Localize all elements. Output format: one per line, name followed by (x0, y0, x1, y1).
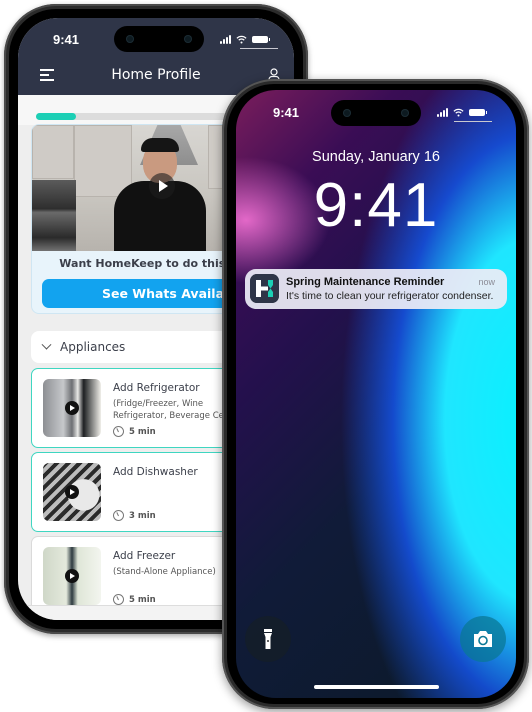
clock-icon (113, 594, 124, 605)
chevron-down-icon (41, 339, 52, 350)
sensor-dot (343, 109, 351, 117)
notification-title: Spring Maintenance Reminder (286, 276, 445, 288)
notification-body: It's time to clean your refrigerator con… (286, 290, 494, 302)
wall-oven (32, 180, 76, 251)
play-icon (65, 485, 79, 499)
duration-text: 5 min (129, 426, 156, 437)
status-icons (437, 108, 487, 117)
flashlight-icon (264, 629, 272, 649)
sensor-dot (126, 35, 134, 43)
status-time: 9:41 (53, 32, 80, 47)
status-icons (220, 35, 270, 44)
camera-dot (401, 109, 409, 117)
camera-dot (184, 35, 192, 43)
item-subtitle: (Stand-Alone Appliance) (113, 566, 216, 578)
status-underline (454, 121, 492, 122)
section-label: Appliances (60, 340, 126, 354)
status-time: 9:41 (273, 105, 300, 120)
notification-time: now (478, 277, 495, 287)
cellular-signal-icon (437, 108, 448, 117)
wifi-icon (236, 35, 247, 44)
cellular-signal-icon (220, 35, 231, 44)
lock-screen: 9:41 Sunday, January 16 9:41 Spring Main… (236, 90, 516, 698)
refrigerator-thumbnail (43, 379, 101, 437)
play-icon (65, 401, 79, 415)
dynamic-island (114, 26, 204, 52)
battery-icon (252, 36, 270, 43)
play-icon[interactable] (149, 173, 175, 199)
clock-icon (113, 510, 124, 521)
cabinet (74, 125, 132, 197)
camera-icon (474, 631, 492, 647)
duration-text: 3 min (129, 510, 156, 521)
home-indicator[interactable] (314, 685, 439, 689)
battery-icon (469, 109, 487, 116)
cabinet (32, 125, 74, 179)
status-underline (240, 48, 278, 49)
subtitle-line: (Stand-Alone Appliance) (113, 567, 216, 577)
item-title: Add Freezer (113, 550, 176, 562)
item-duration: 5 min (113, 594, 156, 605)
clock-icon (113, 426, 124, 437)
item-duration: 3 min (113, 510, 156, 521)
item-title: Add Refrigerator (113, 382, 200, 394)
camera-button[interactable] (460, 616, 506, 662)
wifi-icon (453, 108, 464, 117)
freezer-thumbnail (43, 547, 101, 605)
flashlight-button[interactable] (245, 616, 291, 662)
front-phone: 9:41 Sunday, January 16 9:41 Spring Main… (222, 79, 529, 709)
lock-screen-clock: 9:41 (313, 171, 439, 240)
item-duration: 5 min (113, 426, 156, 437)
presenter-cap (141, 138, 179, 152)
progress-fill (36, 113, 76, 120)
duration-text: 5 min (129, 594, 156, 605)
dynamic-island (331, 100, 421, 126)
homekeep-app-icon (250, 274, 279, 303)
notification-banner[interactable]: Spring Maintenance Reminder It's time to… (245, 269, 507, 309)
play-icon (65, 569, 79, 583)
page-title: Home Profile (111, 67, 201, 83)
lock-screen-date: Sunday, January 16 (312, 149, 440, 165)
dishwasher-thumbnail (43, 463, 101, 521)
item-title: Add Dishwasher (113, 466, 198, 478)
